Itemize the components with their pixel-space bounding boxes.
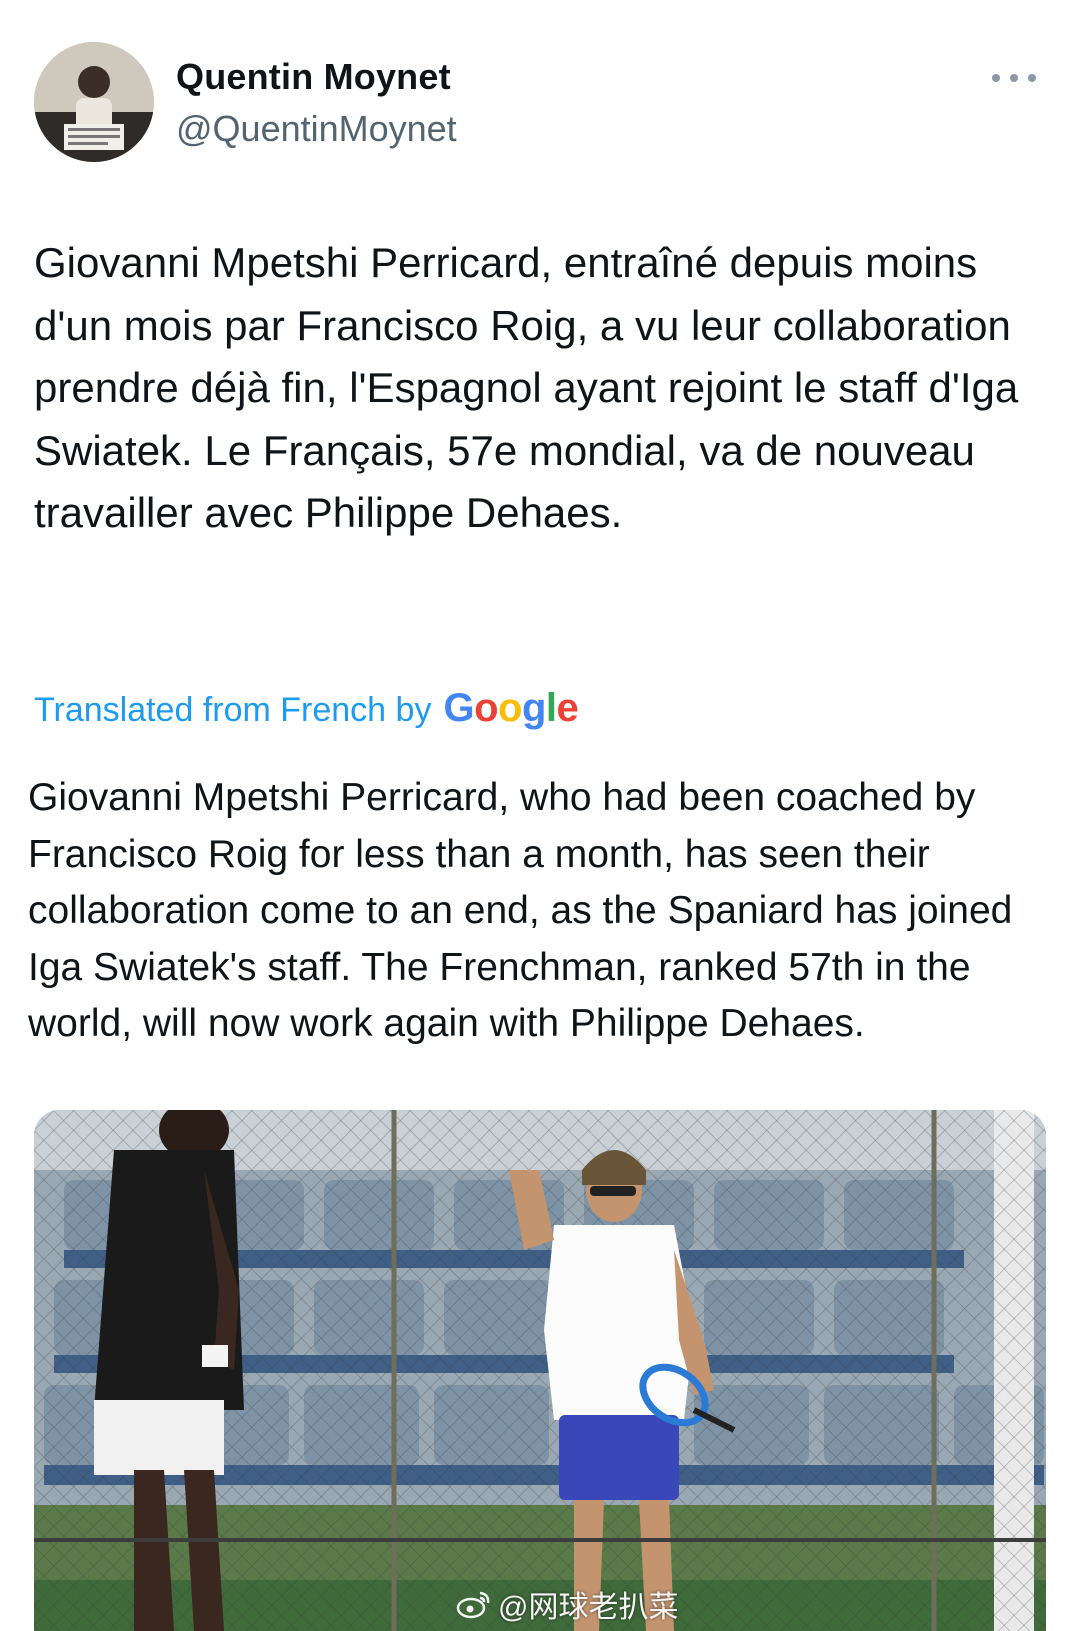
tweet-header: Quentin Moynet @QuentinMoynet (34, 42, 1044, 166)
weibo-icon (456, 1591, 490, 1619)
translation-attribution[interactable]: Translated from French by Google (34, 686, 579, 731)
tweet-text: Giovanni Mpetshi Perricard, entraîné dep… (34, 239, 1019, 536)
tweet-photo[interactable] (34, 1110, 1046, 1631)
author-handle[interactable]: @QuentinMoynet (176, 108, 457, 150)
watermark-text: @网球老扒菜 (498, 1591, 679, 1624)
tennis-practice-photo (34, 1110, 1046, 1631)
translated-text: Giovanni Mpetshi Perricard, who had been… (28, 776, 1013, 1045)
author-name[interactable]: Quentin Moynet (176, 56, 451, 98)
weibo-watermark: @网球老扒菜 (456, 1586, 678, 1624)
more-horizontal-icon[interactable] (992, 68, 1036, 88)
more-dot (1010, 74, 1018, 82)
more-dot (992, 74, 1000, 82)
author-avatar[interactable] (34, 42, 154, 162)
google-logo-text: Google (443, 686, 579, 730)
more-dot (1028, 74, 1036, 82)
google-logo: Google (443, 686, 578, 731)
translated-label: Translated from French by (34, 691, 432, 729)
